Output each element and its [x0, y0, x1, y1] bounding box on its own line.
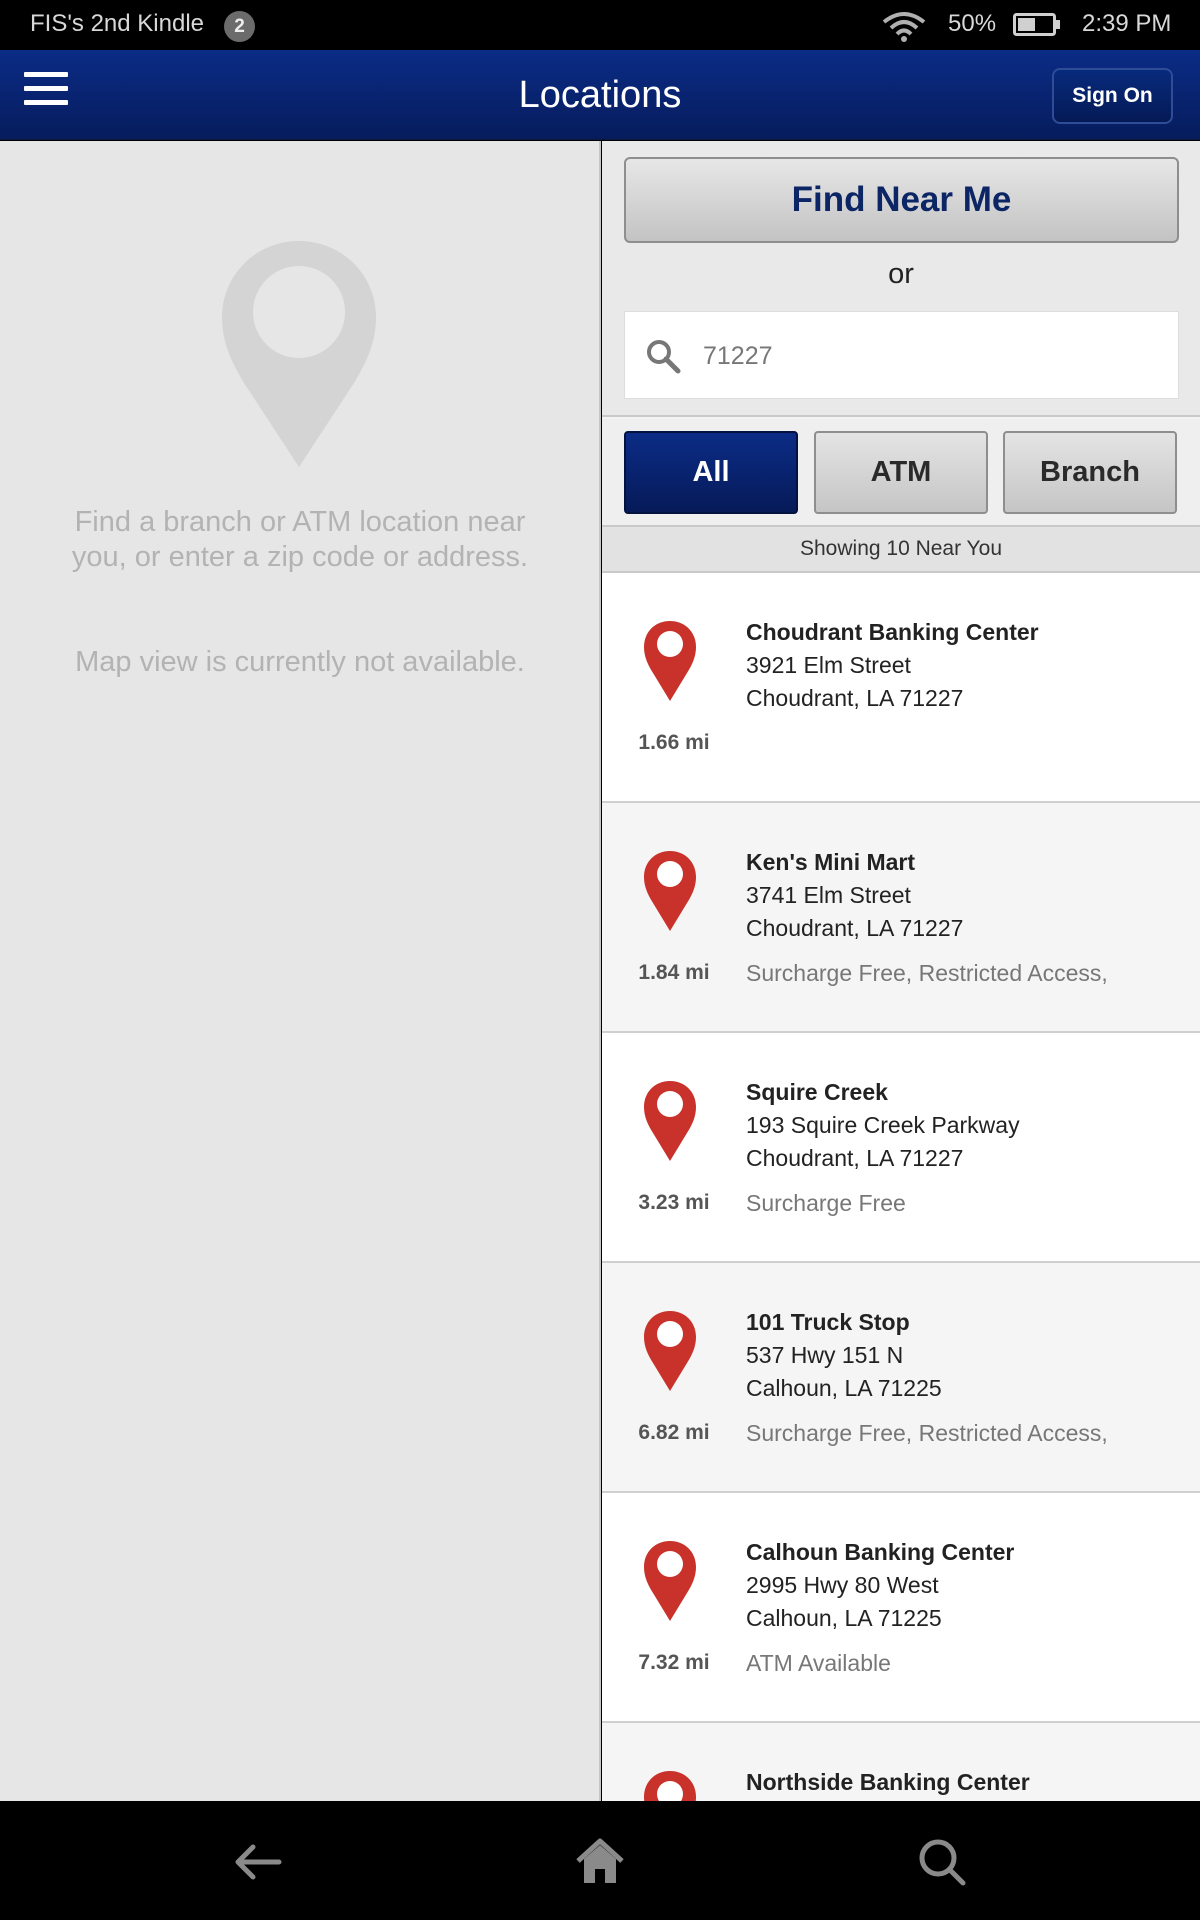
- location-features: ATM Available: [746, 1650, 891, 1676]
- location-city: Choudrant, LA 71227: [746, 1145, 964, 1171]
- location-row[interactable]: Choudrant Banking Center 3921 Elm Street…: [602, 573, 1200, 803]
- location-features: Surcharge Free: [746, 1190, 906, 1216]
- map-pin-placeholder-icon: [222, 241, 376, 467]
- battery-icon: [1013, 13, 1060, 36]
- clock: 2:39 PM: [1082, 10, 1172, 37]
- results-count-text: Showing 10 Near You: [602, 527, 1200, 573]
- filter-all-button[interactable]: All: [624, 431, 798, 514]
- wifi-icon: [882, 12, 926, 42]
- location-city: Choudrant, LA 71227: [746, 915, 964, 941]
- location-features: [746, 730, 1186, 758]
- sign-on-button[interactable]: Sign On: [1052, 68, 1173, 124]
- map-hint-text: Find a branch or ATM location near you, …: [71, 506, 529, 573]
- search-icon[interactable]: [917, 1837, 967, 1887]
- location-search-input[interactable]: [703, 334, 1153, 378]
- location-name: Choudrant Banking Center: [746, 619, 1039, 645]
- map-panel: Find a branch or ATM location near you, …: [0, 141, 601, 1801]
- location-features: Surcharge Free, Restricted Access,: [746, 960, 1108, 986]
- home-icon[interactable]: [575, 1837, 625, 1887]
- location-street: 193 Squire Creek Parkway: [746, 1112, 1020, 1138]
- location-features: Surcharge Free, Restricted Access,: [746, 1420, 1108, 1446]
- location-row[interactable]: Northside Banking Center: [602, 1723, 1200, 1801]
- location-city: Choudrant, LA 71227: [746, 685, 964, 711]
- location-city: Calhoun, LA 71225: [746, 1375, 942, 1401]
- search-icon: [647, 340, 681, 374]
- location-name: Calhoun Banking Center: [746, 1539, 1015, 1565]
- location-name: 101 Truck Stop: [746, 1309, 910, 1335]
- location-street: 537 Hwy 151 N: [746, 1342, 904, 1368]
- location-name: Squire Creek: [746, 1079, 888, 1105]
- search-box[interactable]: [624, 311, 1179, 399]
- map-pin-icon: [644, 1541, 696, 1621]
- location-street: 2995 Hwy 80 West: [746, 1572, 939, 1598]
- map-pin-icon: [644, 1771, 696, 1801]
- map-pin-icon: [644, 621, 696, 701]
- notification-count-badge[interactable]: 2: [224, 11, 255, 42]
- location-distance: 1.84 mi: [638, 961, 710, 984]
- map-pin-icon: [644, 1081, 696, 1161]
- results-list: Choudrant Banking Center 3921 Elm Street…: [602, 573, 1200, 1801]
- page-title: Locations: [518, 74, 682, 116]
- filter-tabs: All ATM Branch: [602, 419, 1200, 527]
- map-pin-icon: [644, 851, 696, 931]
- location-row[interactable]: Calhoun Banking Center 2995 Hwy 80 West …: [602, 1493, 1200, 1723]
- back-arrow-icon[interactable]: [233, 1837, 283, 1887]
- search-area: Find Near Me or: [602, 141, 1200, 417]
- location-row[interactable]: Ken's Mini Mart 3741 Elm Street Choudran…: [602, 803, 1200, 1033]
- location-distance: 7.32 mi: [638, 1651, 710, 1674]
- find-near-me-button[interactable]: Find Near Me: [624, 157, 1179, 243]
- system-nav-bar: [0, 1801, 1200, 1920]
- locations-list-panel: Find Near Me or All ATM Branch Showing 1…: [602, 141, 1200, 1801]
- filter-branch-button[interactable]: Branch: [1003, 431, 1177, 514]
- location-row[interactable]: 101 Truck Stop 537 Hwy 151 N Calhoun, LA…: [602, 1263, 1200, 1493]
- location-name: Northside Banking Center: [746, 1769, 1030, 1795]
- location-street: 3921 Elm Street: [746, 652, 911, 678]
- location-city: Calhoun, LA 71225: [746, 1605, 942, 1631]
- location-name: Ken's Mini Mart: [746, 849, 916, 875]
- filter-atm-button[interactable]: ATM: [814, 431, 988, 514]
- location-distance: 6.82 mi: [638, 1421, 710, 1444]
- location-distance: 3.23 mi: [638, 1191, 710, 1214]
- location-row[interactable]: Squire Creek 193 Squire Creek Parkway Ch…: [602, 1033, 1200, 1263]
- map-pin-icon: [644, 1311, 696, 1391]
- battery-percent: 50%: [948, 10, 997, 37]
- map-unavailable-text: Map view is currently not available.: [75, 646, 525, 678]
- device-name: FIS's 2nd Kindle: [30, 10, 205, 37]
- location-distance: 1.66 mi: [638, 731, 710, 754]
- app-header: Locations Sign On: [0, 50, 1200, 140]
- location-street: 3741 Elm Street: [746, 882, 911, 908]
- status-bar: FIS's 2nd Kindle 2 50% 2:39 PM: [0, 0, 1200, 50]
- or-separator: or: [888, 258, 914, 290]
